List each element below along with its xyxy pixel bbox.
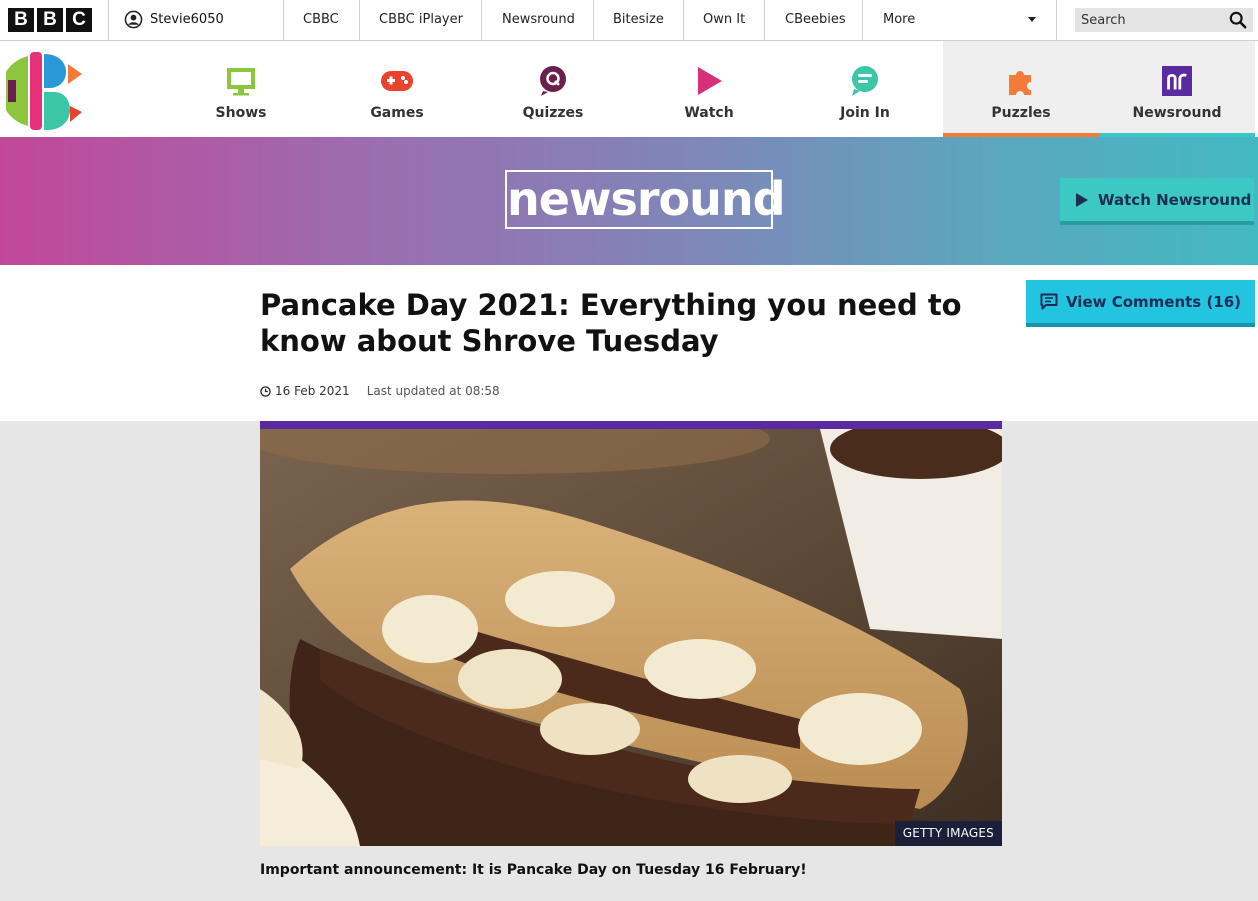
chevron-down-icon (1028, 17, 1036, 22)
more-menu-button[interactable]: More (883, 12, 915, 27)
bbc-logo-letter: C (66, 8, 92, 32)
nav-tab-label: Watch (684, 105, 734, 121)
article-header: Pancake Day 2021: Everything you need to… (0, 265, 1258, 421)
divider (764, 0, 765, 40)
user-icon (124, 10, 143, 29)
view-comments-label: View Comments (16) (1065, 292, 1242, 311)
nav-tab-label: Shows (215, 105, 267, 121)
newsround-logo[interactable]: newsround (505, 170, 786, 229)
nav-tab-label: Quizzes (522, 105, 584, 121)
chat-icon (852, 66, 878, 96)
nav-tab-join-in[interactable]: Join In (787, 41, 943, 137)
comment-icon (1040, 293, 1058, 310)
bbc-logo[interactable]: B B C (8, 8, 92, 32)
divider (1056, 0, 1057, 40)
image-top-bar (260, 421, 1002, 429)
view-comments-button[interactable]: View Comments (16) (1026, 280, 1255, 327)
global-link-bitesize[interactable]: Bitesize (613, 12, 664, 27)
bbc-logo-letter: B (37, 8, 63, 32)
nav-tab-watch[interactable]: Watch (631, 41, 787, 137)
divider (862, 0, 863, 40)
global-link-cbbc[interactable]: CBBC (303, 12, 339, 27)
search-icon[interactable] (1229, 11, 1247, 29)
newsround-banner: newsround Watch Newsround (0, 137, 1258, 265)
play-icon (698, 67, 722, 95)
nav-tab-label: Newsround (1132, 105, 1222, 121)
gamepad-icon (381, 71, 413, 91)
play-icon (1076, 192, 1088, 207)
article-date: 16 Feb 2021 (275, 384, 350, 398)
article-updated: Last updated at 08:58 (366, 384, 500, 398)
divider (593, 0, 594, 40)
global-link-newsround[interactable]: Newsround (502, 12, 575, 27)
tv-icon (227, 68, 255, 96)
nav-tab-label: Join In (840, 105, 890, 121)
article-meta: 16 Feb 2021 Last updated at 08:58 (260, 384, 500, 398)
nav-tab-label: Puzzles (991, 105, 1051, 121)
cbbc-logo[interactable] (6, 50, 86, 132)
divider (283, 0, 284, 40)
divider (481, 0, 482, 40)
account-name: Stevie6050 (150, 12, 224, 27)
watch-newsround-button[interactable]: Watch Newsround (1060, 178, 1254, 225)
nav-tab-games[interactable]: Games (319, 41, 475, 137)
nav-tab-newsround[interactable]: Newsround (1099, 41, 1255, 137)
cbbc-navigation: Shows Games Quizzes Watch Join In Puzzle… (0, 41, 1258, 137)
divider (683, 0, 684, 40)
global-link-cbeebies[interactable]: CBeebies (785, 12, 846, 27)
newsround-icon (1162, 66, 1192, 96)
quiz-icon (540, 66, 566, 96)
global-link-cbbc-iplayer[interactable]: CBBC iPlayer (379, 12, 463, 27)
nav-tab-label: Games (370, 105, 424, 121)
image-credit: GETTY IMAGES (894, 821, 1002, 846)
divider (108, 0, 109, 40)
article-headline: Pancake Day 2021: Everything you need to… (260, 288, 962, 358)
bbc-logo-letter: B (8, 8, 34, 32)
divider (359, 0, 360, 40)
puzzle-icon (1009, 71, 1031, 95)
bbc-global-bar: B B C Stevie6050 CBBC CBBC iPlayer Newsr… (0, 0, 1258, 41)
watch-newsround-label: Watch Newsround (1098, 190, 1252, 209)
search-input[interactable] (1075, 8, 1253, 32)
nav-tab-puzzles[interactable]: Puzzles (943, 41, 1099, 137)
clock-icon (260, 385, 271, 397)
account-link[interactable]: Stevie6050 (124, 10, 224, 29)
pancake-photo (260, 429, 1002, 846)
nav-tab-shows[interactable]: Shows (163, 41, 319, 137)
image-caption: Important announcement: It is Pancake Da… (260, 862, 807, 878)
nav-tab-quizzes[interactable]: Quizzes (475, 41, 631, 137)
newsround-logo-text: newsround (507, 172, 786, 226)
global-link-own-it[interactable]: Own It (703, 12, 745, 27)
article-hero-image: GETTY IMAGES (260, 421, 1002, 846)
